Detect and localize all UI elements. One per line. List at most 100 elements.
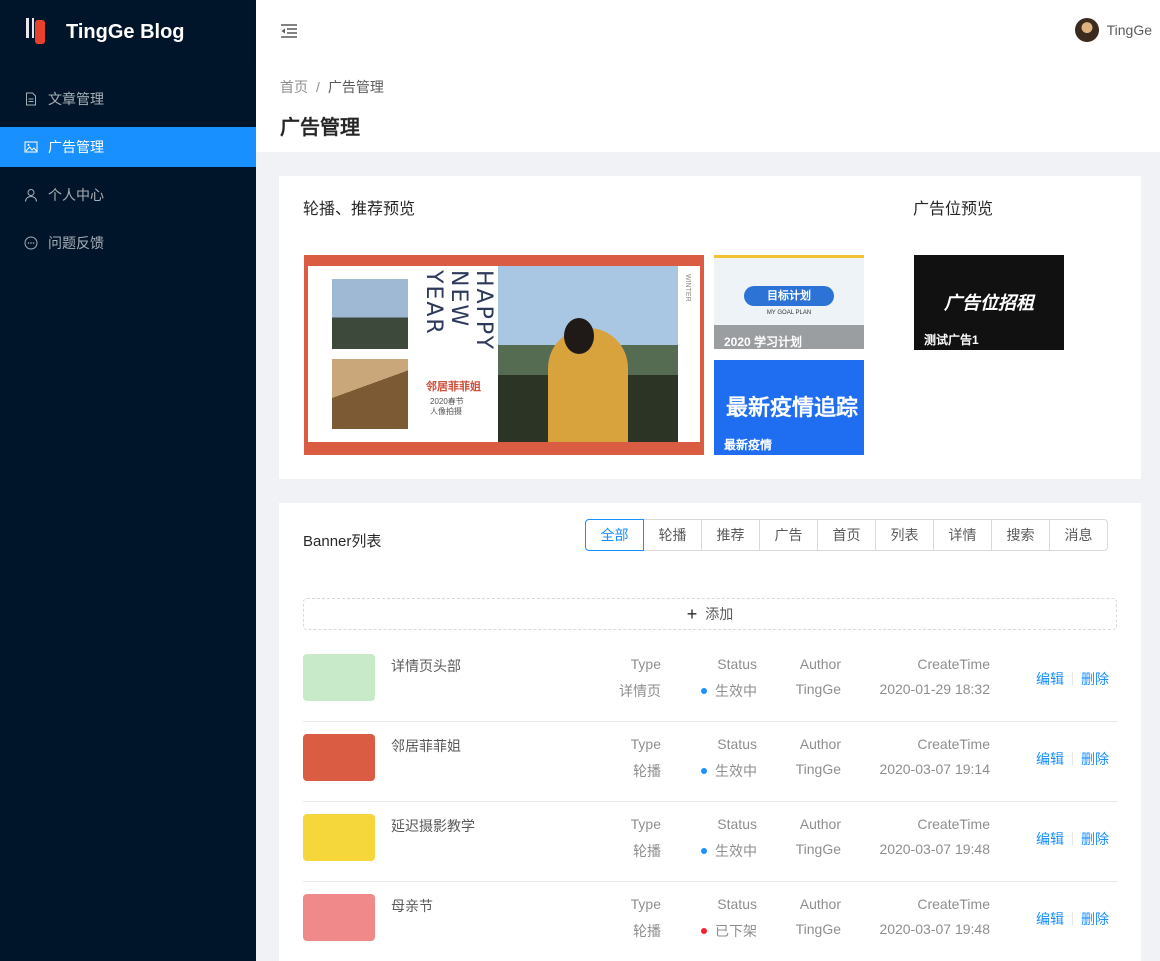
author-value: TingGe <box>795 921 841 937</box>
list-item: 延迟摄影教学 Type 轮播 Status 生效中 Author TingGe … <box>303 802 1117 882</box>
status-dot <box>701 848 707 855</box>
filter-ad[interactable]: 广告 <box>759 519 818 551</box>
filter-message[interactable]: 消息 <box>1049 519 1108 551</box>
delete-link[interactable]: 删除 <box>1081 749 1109 769</box>
filter-all[interactable]: 全部 <box>585 519 644 551</box>
file-icon <box>24 92 38 106</box>
banner-subtitle: 2020春节 人像拍摄 <box>430 397 464 416</box>
delete-link[interactable]: 删除 <box>1081 669 1109 689</box>
list-item: 详情页头部 Type 详情页 Status 生效中 Author TingGe … <box>303 642 1117 722</box>
banner-title: 详情页头部 <box>391 658 461 674</box>
list-item: 邻居菲菲姐 Type 轮播 Status 生效中 Author TingGe C… <box>303 722 1117 802</box>
sidebar-item-profile[interactable]: 个人中心 <box>0 175 256 215</box>
status-column: Status 已下架 <box>701 896 757 941</box>
delete-link[interactable]: 删除 <box>1081 909 1109 929</box>
filter-group: 全部 轮播 推荐 广告 首页 列表 详情 搜索 消息 <box>585 519 1108 551</box>
time-column: CreateTime 2020-01-29 18:32 <box>879 656 990 697</box>
banner-list: 详情页头部 Type 详情页 Status 生效中 Author TingGe … <box>303 642 1117 961</box>
author-column: Author TingGe <box>795 736 841 777</box>
status-badge: 生效中 <box>715 683 757 699</box>
side-banner-epidemic[interactable]: 最新疫情追踪 最新疫情 <box>714 360 864 455</box>
row-actions: 编辑 删除 <box>1036 669 1109 689</box>
sidebar-item-ads[interactable]: 广告管理 <box>0 127 256 167</box>
banner-list-card: Banner列表 全部 轮播 推荐 广告 首页 列表 详情 搜索 消息 + 添加… <box>279 503 1141 961</box>
time-value: 2020-03-07 19:14 <box>879 761 990 777</box>
main-banner-preview[interactable]: HAPPY NEW YEAR 邻居菲菲姐 2020春节 人像拍摄 WINTER <box>304 255 704 455</box>
breadcrumb-current: 广告管理 <box>327 79 384 95</box>
row-actions: 编辑 删除 <box>1036 749 1109 769</box>
ad-graphic-text: 广告位招租 <box>944 293 1034 313</box>
sidebar-item-label: 问题反馈 <box>48 235 104 251</box>
sidebar-item-articles[interactable]: 文章管理 <box>0 79 256 119</box>
breadcrumb-separator: / <box>316 79 320 95</box>
type-value: 详情页 <box>619 683 661 699</box>
edit-link[interactable]: 编辑 <box>1036 669 1064 689</box>
status-dot <box>701 768 707 775</box>
plus-icon: + <box>686 603 698 624</box>
filter-list[interactable]: 列表 <box>875 519 934 551</box>
type-column: Type 轮播 <box>630 736 661 779</box>
author-column: Author TingGe <box>795 816 841 857</box>
menu-fold-icon[interactable] <box>280 22 298 40</box>
ad-preview-heading: 广告位预览 <box>913 201 994 218</box>
sidebar-item-feedback[interactable]: 问题反馈 <box>0 223 256 263</box>
edit-link[interactable]: 编辑 <box>1036 909 1064 929</box>
author-column: Author TingGe <box>795 896 841 937</box>
delete-link[interactable]: 删除 <box>1081 829 1109 849</box>
author-column: Author TingGe <box>795 656 841 697</box>
status-dot <box>701 688 707 695</box>
filter-home[interactable]: 首页 <box>817 519 876 551</box>
carousel-preview-heading: 轮播、推荐预览 <box>303 201 416 218</box>
status-column: Status 生效中 <box>701 656 757 701</box>
author-value: TingGe <box>795 681 841 697</box>
breadcrumb-home[interactable]: 首页 <box>280 77 308 97</box>
side-banner-study-plan[interactable]: 目标计划 MY GOAL PLAN 2020 学习计划 <box>714 255 864 349</box>
row-actions: 编辑 删除 <box>1036 829 1109 849</box>
preview-card: 轮播、推荐预览 广告位预览 HAPPY NEW YEAR 邻居菲菲姐 2020春… <box>279 176 1141 479</box>
time-column: CreateTime 2020-03-07 19:48 <box>879 816 990 857</box>
user-name: TingGe <box>1106 22 1152 38</box>
status-dot <box>701 928 707 935</box>
banner-headline: HAPPY NEW YEAR <box>421 270 496 352</box>
author-value: TingGe <box>795 761 841 777</box>
ad-caption: 测试广告1 <box>924 333 979 347</box>
filter-recommend[interactable]: 推荐 <box>701 519 760 551</box>
type-value: 轮播 <box>633 763 661 779</box>
page-title: 广告管理 <box>280 117 360 139</box>
logo[interactable]: TingGe Blog <box>0 0 256 64</box>
banner-side-text: WINTER <box>684 274 691 302</box>
add-banner-button[interactable]: + 添加 <box>303 598 1117 630</box>
banner-list-heading: Banner列表 <box>303 533 382 550</box>
banner-photo <box>332 279 408 349</box>
banner-photo <box>332 359 408 429</box>
banner-thumbnail <box>303 814 375 861</box>
author-value: TingGe <box>795 841 841 857</box>
banner-name: 邻居菲菲姐 <box>426 381 481 393</box>
type-value: 轮播 <box>633 843 661 859</box>
type-value: 轮播 <box>633 923 661 939</box>
message-icon <box>24 236 38 250</box>
avatar <box>1074 18 1099 42</box>
time-column: CreateTime 2020-03-07 19:14 <box>879 736 990 777</box>
user-icon <box>24 188 38 202</box>
filter-search[interactable]: 搜索 <box>991 519 1050 551</box>
breadcrumb: 首页 / 广告管理 <box>280 77 1136 97</box>
edit-link[interactable]: 编辑 <box>1036 749 1064 769</box>
ad-slot-preview[interactable]: 广告位招租 测试广告1 <box>914 255 1064 350</box>
filter-carousel[interactable]: 轮播 <box>643 519 702 551</box>
side-banner-caption: 最新疫情 <box>724 438 773 452</box>
user-menu[interactable]: TingGe <box>1074 18 1152 42</box>
time-value: 2020-03-07 19:48 <box>879 921 990 937</box>
banner-title: 延迟摄影教学 <box>391 818 475 834</box>
filter-detail[interactable]: 详情 <box>933 519 992 551</box>
list-item: 母亲节 Type 轮播 Status 已下架 Author TingGe Cre… <box>303 882 1117 961</box>
type-column: Type 轮播 <box>630 816 661 859</box>
edit-link[interactable]: 编辑 <box>1036 829 1064 849</box>
sidebar-item-label: 文章管理 <box>48 91 104 107</box>
status-badge: 已下架 <box>715 923 757 939</box>
type-column: Type 详情页 <box>619 656 661 699</box>
app-title: TingGe Blog <box>66 20 185 43</box>
banner-thumbnail <box>303 894 375 941</box>
status-badge: 生效中 <box>715 843 757 859</box>
sidebar-item-label: 广告管理 <box>48 139 104 155</box>
